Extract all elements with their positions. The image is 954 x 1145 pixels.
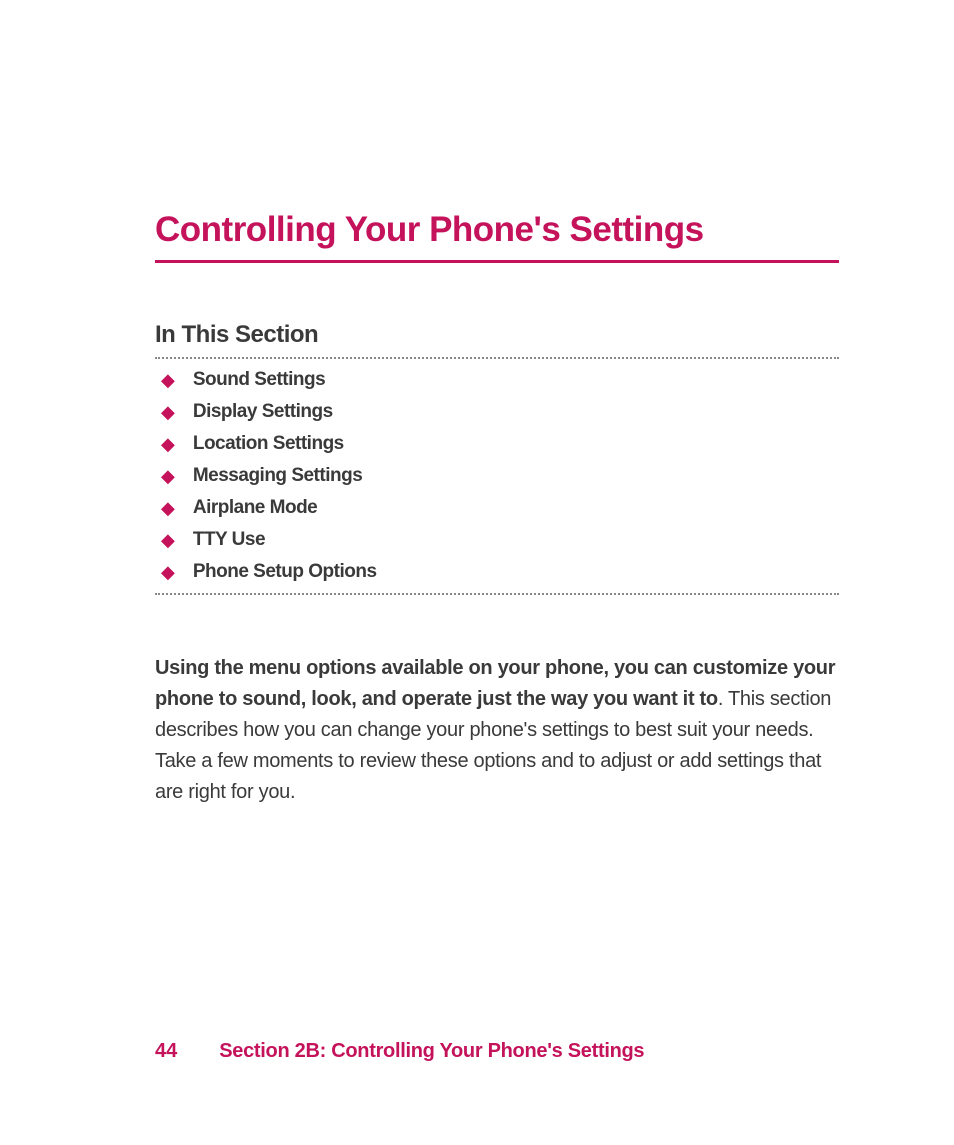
page-content: Controlling Your Phone's Settings In Thi… <box>0 0 954 808</box>
toc-label: Location Settings <box>193 433 344 455</box>
diamond-icon: ◆ <box>161 434 175 455</box>
diamond-icon: ◆ <box>161 498 175 519</box>
toc-list: ◆ Sound Settings ◆ Display Settings ◆ Lo… <box>155 369 839 583</box>
page-title: Controlling Your Phone's Settings <box>155 210 839 250</box>
toc-item: ◆ Phone Setup Options <box>161 561 839 583</box>
toc-label: Messaging Settings <box>193 465 362 487</box>
title-underline <box>155 260 839 263</box>
diamond-icon: ◆ <box>161 402 175 423</box>
page-number: 44 <box>155 1040 177 1063</box>
diamond-icon: ◆ <box>161 530 175 551</box>
section-heading: In This Section <box>155 321 839 349</box>
toc-label: Sound Settings <box>193 369 325 391</box>
toc-item: ◆ Messaging Settings <box>161 465 839 487</box>
toc-label: TTY Use <box>193 529 265 551</box>
toc-label: Airplane Mode <box>193 497 317 519</box>
toc-label: Phone Setup Options <box>193 561 377 583</box>
toc-label: Display Settings <box>193 401 333 423</box>
dotted-divider-bottom <box>155 593 839 595</box>
body-paragraph: Using the menu options available on your… <box>155 653 839 808</box>
diamond-icon: ◆ <box>161 466 175 487</box>
toc-item: ◆ TTY Use <box>161 529 839 551</box>
diamond-icon: ◆ <box>161 562 175 583</box>
dotted-divider-top <box>155 357 839 359</box>
toc-item: ◆ Sound Settings <box>161 369 839 391</box>
toc-item: ◆ Airplane Mode <box>161 497 839 519</box>
toc-item: ◆ Display Settings <box>161 401 839 423</box>
page-footer: 44 Section 2B: Controlling Your Phone's … <box>155 1040 644 1063</box>
diamond-icon: ◆ <box>161 370 175 391</box>
toc-item: ◆ Location Settings <box>161 433 839 455</box>
footer-label: Section 2B: Controlling Your Phone's Set… <box>219 1040 644 1063</box>
